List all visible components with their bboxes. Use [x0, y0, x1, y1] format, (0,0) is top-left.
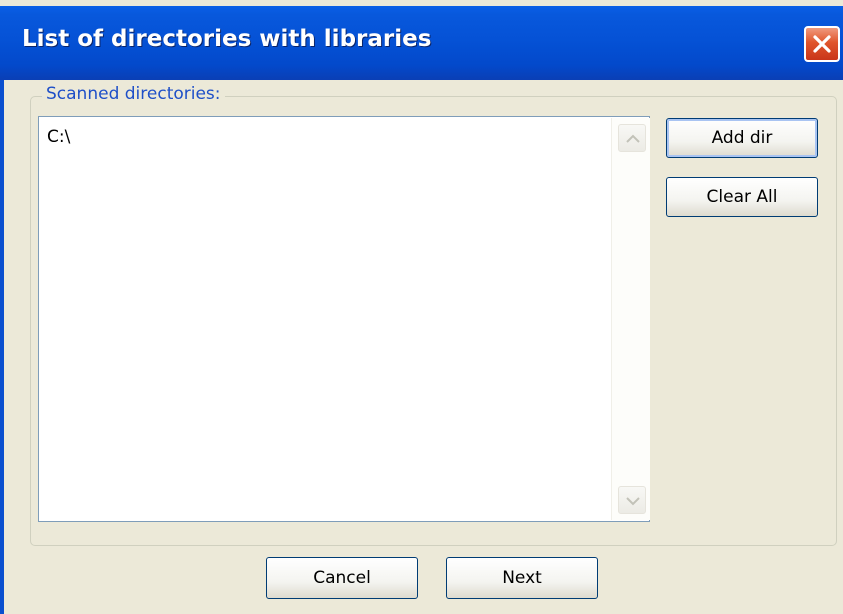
- scroll-down-button[interactable]: [618, 486, 646, 514]
- cancel-button[interactable]: Cancel: [266, 557, 418, 599]
- scroll-up-button[interactable]: [618, 124, 646, 152]
- directory-listbox[interactable]: C:\: [38, 116, 650, 522]
- window-left-border: [0, 80, 4, 614]
- window-title: List of directories with libraries: [22, 26, 432, 52]
- close-icon: [813, 35, 831, 53]
- list-item[interactable]: C:\: [47, 127, 70, 147]
- title-bar[interactable]: List of directories with libraries: [0, 6, 843, 80]
- add-dir-button[interactable]: Add dir: [666, 118, 818, 158]
- chevron-up-icon: [626, 134, 640, 143]
- clear-all-button[interactable]: Clear All: [666, 177, 818, 217]
- vertical-scrollbar[interactable]: [611, 118, 650, 520]
- next-button[interactable]: Next: [446, 557, 598, 599]
- close-button[interactable]: [804, 26, 840, 62]
- chevron-down-icon: [626, 497, 640, 506]
- group-label: Scanned directories:: [42, 84, 225, 104]
- dialog-window: List of directories with libraries Scann…: [0, 0, 843, 614]
